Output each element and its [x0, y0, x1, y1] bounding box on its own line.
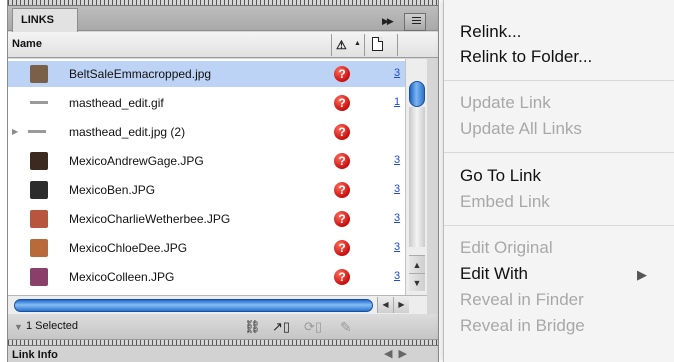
missing-link-icon[interactable]: ?: [334, 211, 350, 227]
thumbnail-image: [30, 181, 48, 199]
page-number-link[interactable]: 3: [394, 212, 400, 224]
link-filename: MexicoBen.JPG: [69, 183, 156, 197]
sort-ascending-icon: ▲: [354, 40, 361, 47]
double-chevron-right-icon[interactable]: ▶▶: [382, 16, 394, 27]
menu-separator: [444, 152, 674, 153]
menu-item-update-link[interactable]: Update Link: [460, 93, 551, 113]
menu-item-update-all-links[interactable]: Update All Links: [460, 119, 582, 139]
links-panel-menu: Relink... Relink to Folder... Update Lin…: [443, 0, 674, 362]
links-list: BeltSaleEmmacropped.jpg? 3 masthead_edit.g…: [8, 59, 405, 295]
missing-link-icon[interactable]: ?: [334, 240, 350, 256]
link-info-section: Link Info ◀▶: [8, 347, 438, 362]
menu-item-relink-to-folder[interactable]: Relink to Folder...: [460, 47, 592, 67]
column-divider[interactable]: [331, 34, 332, 56]
link-info-label: Link Info: [12, 349, 58, 361]
menu-separator: [444, 80, 674, 81]
update-link-icon[interactable]: ⟳▯: [304, 319, 322, 335]
page-icon[interactable]: [372, 37, 383, 51]
link-filename: MexicoColleen.JPG: [69, 270, 175, 284]
go-to-link-icon[interactable]: ↗▯: [272, 319, 290, 335]
thumbnail-image: [30, 268, 48, 286]
missing-link-icon[interactable]: ?: [334, 269, 350, 285]
tab-links[interactable]: LINKS: [12, 8, 78, 32]
scroll-right-button[interactable]: ▶: [393, 297, 409, 313]
panel-grip-bottom[interactable]: [8, 340, 438, 346]
list-item[interactable]: MexicoBen.JPG? 3: [8, 177, 405, 203]
panel-menu-icon[interactable]: [404, 13, 426, 31]
link-filename: masthead_edit.gif: [69, 96, 164, 110]
page-number-link[interactable]: 3: [394, 67, 400, 79]
menu-item-reveal-in-finder[interactable]: Reveal in Finder: [460, 290, 584, 310]
list-item[interactable]: MexicoAndrewGage.JPG? 3: [8, 148, 405, 174]
list-item[interactable]: BeltSaleEmmacropped.jpg? 3: [8, 61, 405, 87]
links-panel: LINKS ▶▶ Name ⚠ ▲ BeltSaleEmmacropped.jp…: [7, 0, 439, 362]
link-filename: BeltSaleEmmacropped.jpg: [69, 67, 212, 81]
thumbnail-image: [30, 152, 48, 170]
list-item[interactable]: MexicoCharlieWetherbee.JPG? 3: [8, 206, 405, 232]
link-info-disclosure-icon[interactable]: ▼: [14, 322, 23, 332]
menu-item-edit-original[interactable]: Edit Original: [460, 238, 553, 258]
menu-item-go-to-link[interactable]: Go To Link: [460, 166, 541, 186]
list-item[interactable]: MexicoChloeDee.JPG? 3: [8, 235, 405, 261]
menu-item-relink[interactable]: Relink...: [460, 22, 521, 42]
horizontal-scroll-thumb[interactable]: [14, 299, 373, 312]
menu-item-embed-link[interactable]: Embed Link: [460, 192, 550, 212]
missing-link-icon[interactable]: ?: [334, 95, 350, 111]
page-number-link[interactable]: 3: [394, 270, 400, 282]
vertical-scroll-thumb[interactable]: [409, 81, 425, 107]
edit-original-icon[interactable]: ✎: [340, 319, 352, 335]
warning-triangle-icon[interactable]: ⚠: [336, 38, 354, 52]
scroll-up-button[interactable]: ▲: [409, 255, 425, 273]
missing-link-icon[interactable]: ?: [334, 124, 350, 140]
link-info-nav-icons[interactable]: ◀▶: [384, 347, 413, 360]
scroll-down-button[interactable]: ▼: [409, 273, 425, 291]
link-filename: masthead_edit.jpg (2): [69, 125, 186, 139]
column-divider[interactable]: [364, 34, 365, 56]
link-filename: MexicoCharlieWetherbee.JPG: [69, 212, 231, 226]
column-header-name[interactable]: Name: [12, 38, 42, 50]
menu-separator: [444, 225, 674, 226]
menu-item-edit-with[interactable]: Edit With: [460, 264, 528, 284]
list-item[interactable]: MexicoColleen.JPG? 3: [8, 264, 405, 290]
disclosure-triangle-icon[interactable]: ▶: [12, 127, 18, 136]
thumbnail-image: [28, 130, 46, 133]
link-filename: MexicoChloeDee.JPG: [69, 241, 188, 255]
list-item[interactable]: ▶ masthead_edit.jpg (2)?: [8, 119, 405, 145]
panel-tab-strip: LINKS ▶▶: [8, 6, 438, 32]
panel-footer: ▼ 1 Selected ⛓ ↗▯ ⟳▯ ✎: [8, 314, 438, 340]
tab-links-label: LINKS: [21, 14, 54, 26]
chevron-right-icon: ▶: [637, 267, 647, 282]
thumbnail-image: [30, 101, 48, 104]
page-number-link[interactable]: 1: [394, 96, 400, 108]
missing-link-icon[interactable]: ?: [334, 182, 350, 198]
thumbnail-image: [30, 239, 48, 257]
menu-item-reveal-in-bridge[interactable]: Reveal in Bridge: [460, 316, 585, 336]
scroll-track[interactable]: [409, 107, 425, 247]
page-number-link[interactable]: 3: [394, 183, 400, 195]
horizontal-scrollbar[interactable]: ◀ ▶: [8, 295, 427, 314]
column-divider[interactable]: [397, 34, 398, 56]
selected-count: 1 Selected: [26, 320, 78, 332]
vertical-scrollbar[interactable]: ▲ ▼: [405, 59, 427, 295]
scroll-left-button[interactable]: ◀: [377, 297, 393, 313]
link-filename: MexicoAndrewGage.JPG: [69, 154, 204, 168]
missing-link-icon[interactable]: ?: [334, 153, 350, 169]
thumbnail-image: [30, 210, 48, 228]
missing-link-icon[interactable]: ?: [334, 66, 350, 82]
column-header-row: Name ⚠ ▲: [8, 32, 438, 58]
chain-link-icon[interactable]: ⛓: [244, 319, 261, 335]
page-number-link[interactable]: 3: [394, 241, 400, 253]
list-item[interactable]: masthead_edit.gif? 1: [8, 90, 405, 116]
thumbnail-image: [30, 65, 48, 83]
page-number-link[interactable]: 3: [394, 154, 400, 166]
